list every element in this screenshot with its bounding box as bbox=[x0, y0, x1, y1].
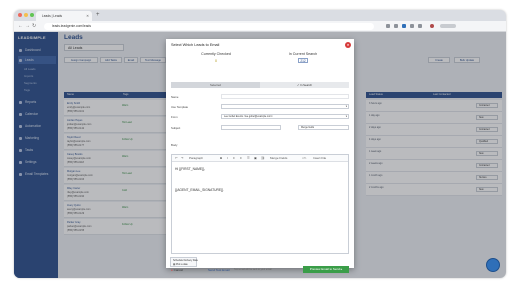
close-icon[interactable]: × bbox=[345, 42, 351, 48]
maximize-window-icon[interactable] bbox=[30, 13, 34, 17]
extension-icon[interactable] bbox=[418, 24, 422, 28]
name-label: Name bbox=[171, 95, 179, 99]
extension-icon[interactable] bbox=[386, 24, 390, 28]
from-select[interactable]: Lee Gobel Events <lee.gobel@example.com>… bbox=[221, 114, 349, 119]
align-left-icon[interactable]: ≡ bbox=[233, 156, 235, 161]
from-label: From bbox=[171, 115, 178, 119]
use-template-label: Use Template bbox=[171, 105, 189, 109]
chat-widget-icon[interactable] bbox=[486, 258, 500, 272]
test-email-note: Test email will be sent to your email bbox=[234, 268, 272, 271]
in-current-search-count: 212 bbox=[298, 58, 308, 63]
cancel-button[interactable]: ● Cancel bbox=[171, 268, 183, 272]
extension-icon[interactable] bbox=[410, 24, 414, 28]
url-text: leads.leadgenie.com/leads bbox=[52, 24, 92, 28]
back-icon[interactable]: ← bbox=[18, 23, 23, 30]
extension-icon[interactable] bbox=[402, 24, 406, 28]
subject-label: Subject bbox=[171, 126, 181, 130]
browser-tab-bar: Leads | Leads ✕ + bbox=[14, 10, 506, 21]
browser-window: Leads | Leads ✕ + ← → ↻ leads.leadgenie.… bbox=[14, 10, 506, 278]
update-button[interactable] bbox=[440, 24, 456, 28]
url-input[interactable]: leads.leadgenie.com/leads bbox=[44, 23, 374, 30]
body-signature: {{AGENT_EMAIL_SIGNATURE}} bbox=[175, 188, 224, 192]
chevron-down-icon: ▾ bbox=[345, 115, 347, 118]
subject-merge-select[interactable]: Merge fields bbox=[298, 125, 349, 130]
chevron-down-icon: ▾ bbox=[345, 105, 347, 108]
schedule-delivery-label: Schedule Delivery Date bbox=[173, 259, 198, 262]
modal-title: Select Which Leads to Email bbox=[171, 43, 220, 47]
code-icon[interactable]: </> bbox=[302, 156, 306, 161]
in-current-search-label: In Current Search bbox=[288, 52, 318, 56]
redo-icon[interactable]: ↷ bbox=[181, 156, 184, 161]
template-select[interactable]: ▾ bbox=[221, 104, 349, 109]
recipient-toggle: Selected ✓ In Search bbox=[171, 82, 349, 88]
browser-tab[interactable]: Leads | Leads ✕ bbox=[36, 11, 92, 21]
align-center-icon[interactable]: ≡ bbox=[240, 156, 242, 161]
preview-email-button[interactable]: Preview Email to Send ▸ bbox=[303, 266, 349, 273]
paragraph-select[interactable]: Paragraph bbox=[189, 156, 203, 161]
address-bar-row: ← → ↻ leads.leadgenie.com/leads bbox=[14, 21, 506, 32]
editor-toolbar: ↶ ↷ Paragraph B I ≡ ≡ ☰ ▣ ⛓ Merge Fields… bbox=[172, 155, 348, 162]
tab-title: Leads | Leads bbox=[42, 14, 62, 18]
reload-icon[interactable]: ↻ bbox=[32, 23, 36, 30]
send-test-email-button[interactable]: Send Test Email bbox=[208, 268, 230, 272]
profile-avatar-icon[interactable] bbox=[430, 24, 434, 28]
link-icon[interactable]: ⛓ bbox=[261, 156, 265, 161]
body-label: Body bbox=[171, 143, 178, 147]
in-search-option[interactable]: ✓ In Search bbox=[260, 82, 349, 88]
selected-option[interactable]: Selected bbox=[171, 82, 260, 88]
subject-input[interactable] bbox=[221, 125, 281, 130]
name-field[interactable] bbox=[221, 94, 349, 99]
schedule-delivery[interactable]: Schedule Delivery Date ▦ Pick a date bbox=[170, 257, 198, 267]
list-icon[interactable]: ☰ bbox=[247, 156, 250, 161]
new-tab-icon[interactable]: + bbox=[96, 11, 100, 20]
email-body-editor[interactable]: ↶ ↷ Paragraph B I ≡ ≡ ☰ ▣ ⛓ Merge Fields… bbox=[171, 154, 349, 254]
extension-icon[interactable] bbox=[394, 24, 398, 28]
currently-checked-label: Currently Checked bbox=[201, 52, 231, 56]
forward-icon[interactable]: → bbox=[25, 23, 30, 30]
undo-icon[interactable]: ↶ bbox=[175, 156, 178, 161]
italic-icon[interactable]: I bbox=[227, 156, 228, 161]
body-greeting: Hi {{FIRST_NAME}}, bbox=[175, 167, 206, 171]
insert-file-button[interactable]: Insert File bbox=[313, 156, 326, 161]
currently-checked-count: 0 bbox=[214, 58, 218, 63]
delivery-date-picker[interactable]: ▦ Pick a date bbox=[173, 263, 188, 266]
close-window-icon[interactable] bbox=[18, 13, 22, 17]
merge-fields-select[interactable]: Merge Fields bbox=[270, 156, 287, 161]
tab-close-icon[interactable]: ✕ bbox=[86, 11, 89, 21]
bold-icon[interactable]: B bbox=[220, 156, 222, 161]
email-leads-modal: Select Which Leads to Email × Currently … bbox=[166, 39, 354, 273]
minimize-window-icon[interactable] bbox=[24, 13, 28, 17]
image-icon[interactable]: ▣ bbox=[254, 156, 257, 161]
